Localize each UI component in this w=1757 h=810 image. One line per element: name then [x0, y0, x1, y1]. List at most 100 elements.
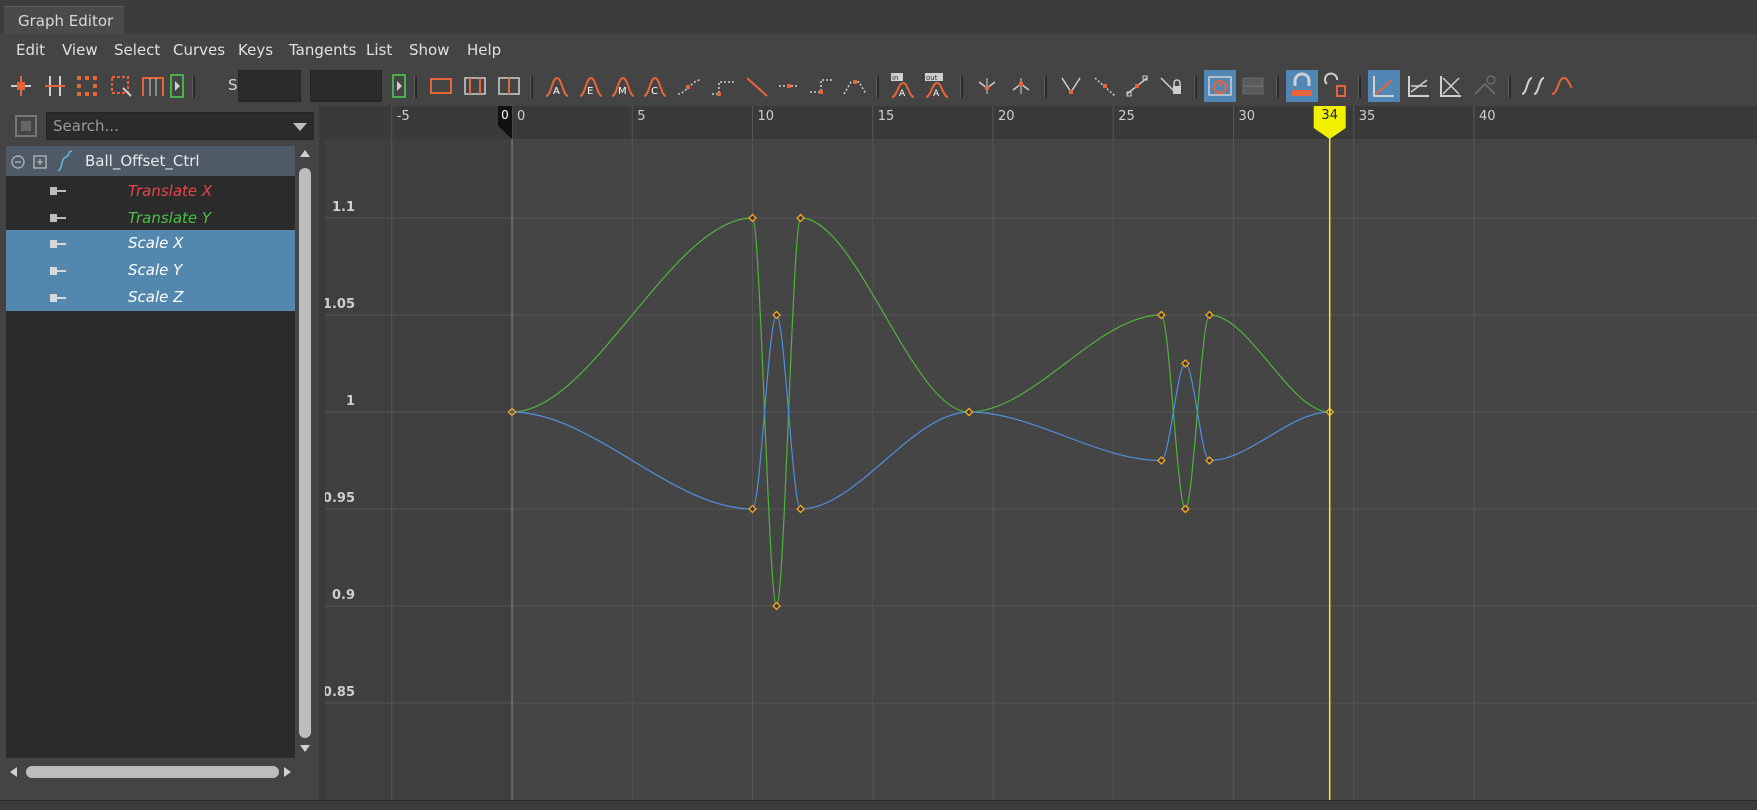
menu-view[interactable]: View — [62, 41, 98, 59]
flat-tangent-icon[interactable] — [674, 70, 704, 102]
frame-tick-label: -5 — [397, 109, 410, 124]
value-tick-label: 1.1 — [332, 200, 355, 215]
attribute-label: Translate Y — [128, 209, 212, 227]
plateau-tangent-icon[interactable] — [840, 70, 870, 102]
scroll-right-icon[interactable] — [283, 766, 293, 778]
menu-show[interactable]: Show — [409, 41, 449, 59]
flat-line-icon[interactable] — [774, 70, 804, 102]
curve-cycle-icon[interactable] — [1550, 70, 1574, 102]
insert-key-tool-icon[interactable] — [40, 70, 70, 102]
outliner-node-row[interactable]: Ball_Offset_Ctrl — [6, 146, 295, 176]
outliner-panel: Search... Ball_Offset_Ctrl Translate X T… — [0, 106, 320, 800]
attribute-row-translate-x[interactable]: Translate X — [6, 176, 295, 206]
svg-text:M: M — [618, 86, 627, 97]
lock-key-icon[interactable] — [1156, 70, 1186, 102]
outliner-horizontal-scrollbar[interactable] — [6, 762, 295, 782]
attribute-label: Scale X — [128, 234, 184, 252]
attribute-row-translate-y[interactable]: Translate Y — [6, 203, 295, 233]
curve-infinity-icon[interactable] — [1518, 70, 1548, 102]
step-tangent-icon[interactable] — [708, 70, 738, 102]
linear-tangent-icon[interactable]: C — [640, 70, 670, 102]
value-tick-label: 0.85 — [325, 685, 355, 700]
attribute-row-scale-z[interactable]: Scale Z — [6, 284, 295, 311]
snap-curve-icon[interactable] — [1320, 70, 1350, 102]
outliner-vertical-scrollbar[interactable] — [297, 146, 313, 758]
attribute-connector-icon — [50, 187, 66, 195]
step-next-icon[interactable] — [806, 70, 836, 102]
auto-tangent-icon[interactable]: A — [542, 70, 572, 102]
break-tangents-icon[interactable] — [972, 70, 1002, 102]
frame-playback-range-icon[interactable] — [460, 70, 490, 102]
attribute-connector-icon — [50, 267, 66, 275]
lock-tangent-weight-icon[interactable] — [1090, 70, 1120, 102]
frame-tick-label: 20 — [998, 109, 1015, 124]
expand-stats-icon[interactable] — [392, 70, 406, 102]
magnet-snap-icon[interactable] — [1286, 70, 1318, 102]
toolbar-separator — [1358, 76, 1361, 98]
scroll-up-icon[interactable] — [299, 148, 311, 158]
svg-text:E: E — [587, 86, 593, 97]
out-tangent-icon[interactable]: out A — [922, 70, 952, 102]
lattice-deform-icon[interactable] — [72, 70, 102, 102]
in-tangent-icon[interactable]: in A — [888, 70, 918, 102]
attribute-connector-icon — [50, 240, 66, 248]
toolbar-separator — [960, 76, 963, 98]
frame-tick-label: 35 — [1359, 109, 1376, 124]
toolbar-separator — [1194, 76, 1197, 98]
graph-view[interactable]: -5 0 5 10 15 20 25 30 35 40 1.1 1.05 1 0.95 0.9 0.85 0… — [325, 106, 1757, 800]
chevron-down-icon[interactable] — [293, 123, 307, 131]
outliner-filter-icon[interactable] — [12, 112, 40, 140]
frame-all-icon[interactable] — [426, 70, 456, 102]
weighted-tangents-icon[interactable] — [1122, 70, 1152, 102]
value-snap-icon[interactable] — [1238, 70, 1268, 102]
menu-tangents[interactable]: Tangents — [289, 41, 356, 59]
frame-tick-label: 30 — [1239, 109, 1256, 124]
menu-keys[interactable]: Keys — [238, 41, 273, 59]
search-placeholder: Search... — [53, 117, 119, 135]
move-key-tool-icon[interactable] — [6, 70, 36, 102]
attribute-label: Scale Z — [128, 288, 184, 306]
toolbar-separator — [1044, 76, 1047, 98]
retime-tool-icon[interactable] — [138, 70, 168, 102]
outliner-search-input[interactable]: Search... — [46, 112, 314, 140]
region-tool-icon[interactable] — [106, 70, 136, 102]
svg-text:A: A — [933, 89, 940, 99]
clamped-tangent-icon[interactable]: M — [608, 70, 638, 102]
stats-time-field[interactable] — [238, 70, 301, 102]
center-current-time-icon[interactable] — [494, 70, 524, 102]
menu-help[interactable]: Help — [467, 41, 501, 59]
nurbs-curve-icon — [57, 150, 73, 172]
scroll-down-icon[interactable] — [299, 744, 311, 754]
value-tick-label: 0.9 — [332, 588, 355, 603]
svg-text:C: C — [651, 86, 658, 97]
scrollbar-thumb[interactable] — [299, 168, 311, 738]
graph-canvas[interactable]: -5 0 5 10 15 20 25 30 35 40 1.1 1.05 1 0.95 0.9 0.85 0… — [325, 106, 1757, 800]
menu-curves[interactable]: Curves — [173, 41, 225, 59]
frame-tick-label: 25 — [1118, 109, 1135, 124]
stacked-view-icon[interactable] — [1368, 70, 1400, 102]
free-tangent-weight-icon[interactable] — [1056, 70, 1086, 102]
normalize-view-icon[interactable] — [1404, 70, 1434, 102]
pre-infinity-icon[interactable] — [1470, 70, 1500, 102]
attribute-row-scale-x[interactable]: Scale X — [6, 230, 295, 257]
stats-value-field[interactable] — [310, 70, 382, 102]
menu-edit[interactable]: Edit — [16, 41, 45, 59]
attribute-connector-icon — [50, 214, 66, 222]
menu-list[interactable]: List — [366, 41, 392, 59]
menu-select[interactable]: Select — [114, 41, 160, 59]
linear-line-icon[interactable] — [742, 70, 772, 102]
toolbar-separator — [192, 76, 195, 98]
spline-tangent-icon[interactable]: E — [576, 70, 606, 102]
scrollbar-thumb[interactable] — [26, 766, 279, 778]
time-snap-icon[interactable] — [1204, 70, 1236, 102]
unify-tangents-icon[interactable] — [1006, 70, 1036, 102]
attribute-connector-icon — [50, 294, 66, 302]
current-frame-label: 34 — [1321, 108, 1338, 123]
absolute-view-icon[interactable] — [1436, 70, 1466, 102]
attribute-row-scale-y[interactable]: Scale Y — [6, 257, 295, 284]
scroll-left-icon[interactable] — [8, 766, 18, 778]
expand-toolbar-icon[interactable] — [170, 70, 184, 102]
frame-tick-label: 0 — [517, 109, 525, 124]
svg-text:in: in — [892, 74, 898, 82]
graph-editor-tab[interactable]: Graph Editor — [4, 6, 124, 34]
